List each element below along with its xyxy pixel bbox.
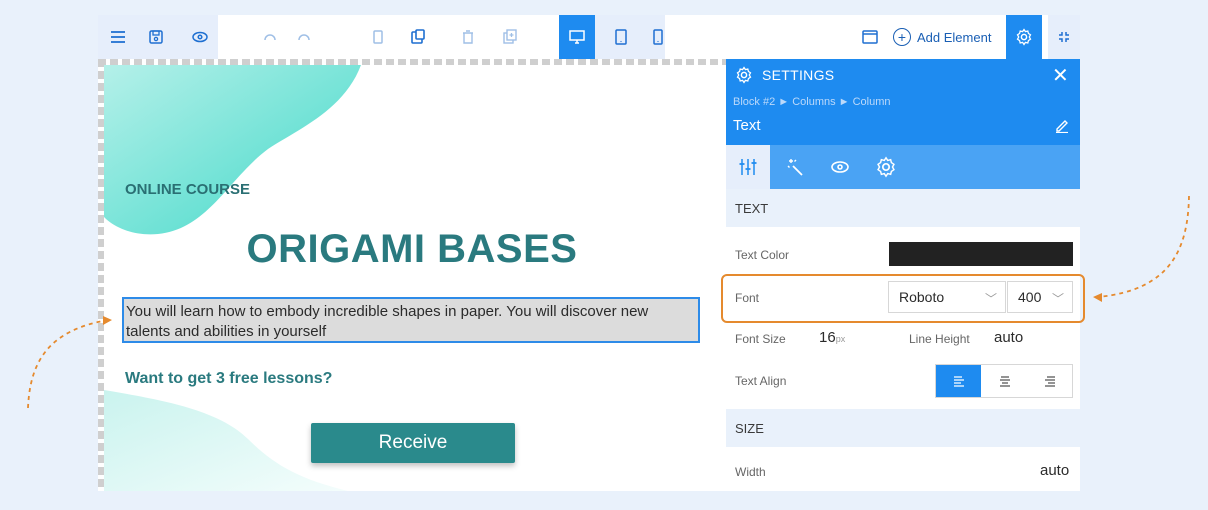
left-dashed-arrow <box>27 319 109 409</box>
arrow-head-left <box>1093 293 1102 302</box>
arrow-head-right <box>103 316 112 325</box>
annotation-arrows <box>27 195 1190 409</box>
right-dashed-arrow <box>1097 195 1190 298</box>
